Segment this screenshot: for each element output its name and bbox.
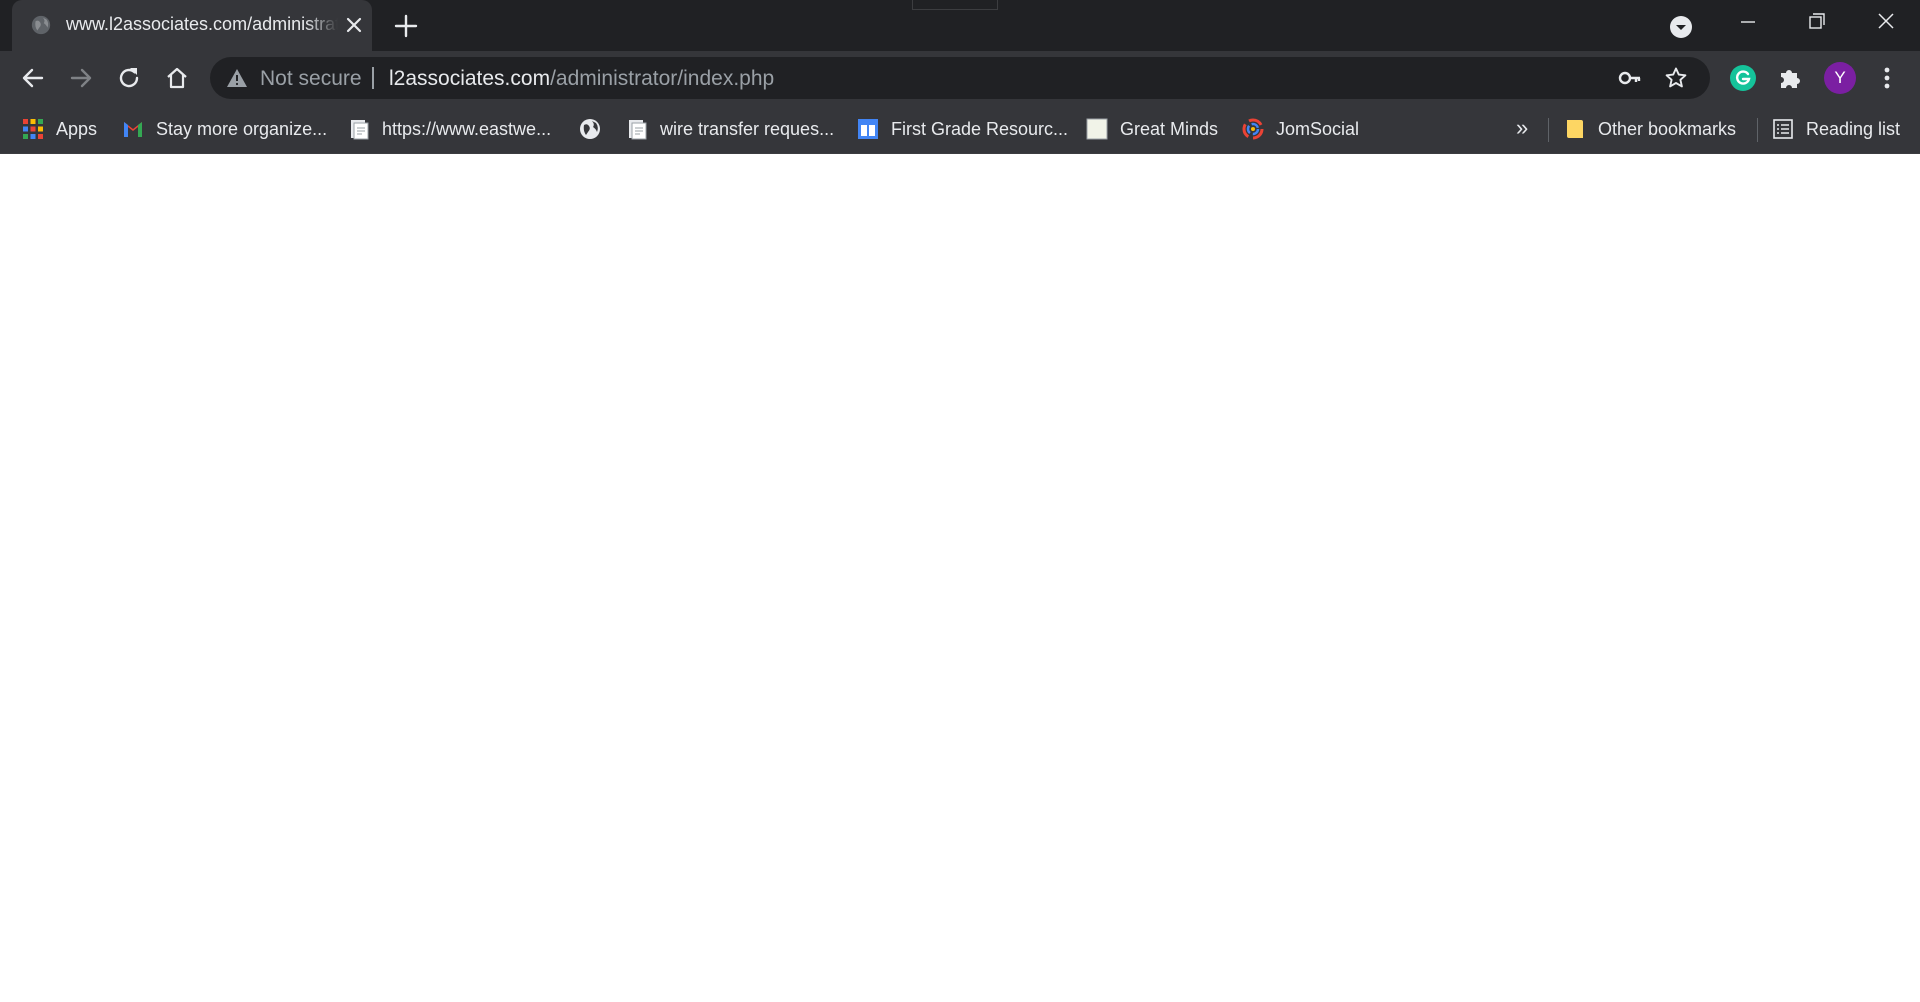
bookmark-label: Stay more organize... (156, 118, 328, 139)
reading-list-label: Reading list (1806, 118, 1901, 139)
bookmarks-overflow-button[interactable]: » (1516, 115, 1528, 141)
bookmarks-divider (1548, 118, 1549, 142)
grammarly-extension-icon[interactable] (1730, 65, 1756, 91)
calendar-icon (858, 119, 878, 139)
reading-list-icon (1773, 119, 1793, 139)
bookmark-label: https://www.eastwe... (382, 118, 552, 139)
bookmark-great-minds[interactable]: Great Minds (1086, 115, 1218, 143)
back-arrow-icon[interactable] (18, 63, 48, 93)
active-tab[interactable]: www.l2associates.com/administrator/index… (12, 0, 372, 51)
bookmark-label: Great Minds (1120, 118, 1219, 139)
tab-title: www.l2associates.com/administrator/index… (66, 14, 338, 34)
bookmark-apps[interactable]: Apps (22, 115, 97, 143)
jomsocial-icon (1242, 118, 1264, 140)
window-drag-handle (912, 0, 998, 10)
other-bookmarks-label: Other bookmarks (1598, 118, 1737, 139)
bookmark-label: JomSocial (1276, 118, 1360, 139)
document-icon (351, 120, 369, 140)
bookmark-label: wire transfer reques... (660, 118, 835, 139)
globe-icon (31, 15, 51, 35)
url-host: l2associates.com (389, 67, 551, 90)
folder-icon (1567, 120, 1583, 138)
page-icon (1086, 118, 1108, 140)
bookmark-star-icon[interactable] (1664, 66, 1688, 90)
more-menu-icon[interactable] (1878, 63, 1896, 93)
password-key-icon[interactable] (1618, 67, 1642, 89)
apps-grid-icon (23, 119, 43, 139)
globe-icon (580, 119, 600, 139)
bookmark-wire-transfer[interactable]: wire transfer reques... (626, 115, 834, 143)
minimize-icon[interactable] (1731, 8, 1765, 36)
warning-icon[interactable] (226, 68, 248, 88)
restore-icon[interactable] (1799, 8, 1833, 36)
bookmark-label: First Grade Resourc... (891, 118, 1069, 139)
tab-strip: www.l2associates.com/administrator/index… (0, 0, 1920, 51)
omnibox-divider (372, 67, 374, 89)
security-status[interactable]: Not secure (260, 67, 362, 91)
other-bookmarks-folder[interactable]: Other bookmarks (1564, 115, 1736, 143)
document-icon (629, 120, 647, 140)
bookmark-jomsocial[interactable]: JomSocial (1242, 115, 1359, 143)
bookmark-gmail[interactable]: Stay more organize... (122, 115, 327, 143)
bookmarks-bar: Apps Stay more organize... https://www.e… (0, 105, 1920, 154)
bookmarks-divider (1757, 118, 1758, 142)
reading-list-button[interactable]: Reading list (1772, 115, 1900, 143)
home-icon[interactable] (162, 63, 192, 93)
bookmark-first-grade[interactable]: First Grade Resourc... (857, 115, 1068, 143)
gmail-icon (124, 122, 142, 137)
profile-avatar[interactable]: Y (1824, 62, 1856, 94)
bookmark-label: Apps (56, 118, 98, 139)
forward-arrow-icon[interactable] (66, 63, 96, 93)
page-content (0, 154, 1920, 1002)
close-tab-icon[interactable] (342, 13, 366, 37)
reload-icon[interactable] (114, 63, 144, 93)
bookmark-eastwest[interactable]: https://www.eastwe... (348, 115, 551, 143)
tab-search-icon[interactable] (1668, 14, 1694, 40)
address-bar[interactable]: Not secure l2associates.com/administrato… (210, 57, 1710, 99)
window-close-icon[interactable] (1869, 8, 1903, 36)
bookmark-globe[interactable] (579, 115, 613, 143)
extensions-puzzle-icon[interactable] (1776, 64, 1804, 92)
url-text[interactable]: l2associates.com/administrator/index.php (389, 67, 774, 91)
new-tab-icon[interactable] (392, 12, 420, 40)
url-path: /administrator/index.php (550, 67, 775, 90)
browser-toolbar: Not secure l2associates.com/administrato… (0, 51, 1920, 105)
